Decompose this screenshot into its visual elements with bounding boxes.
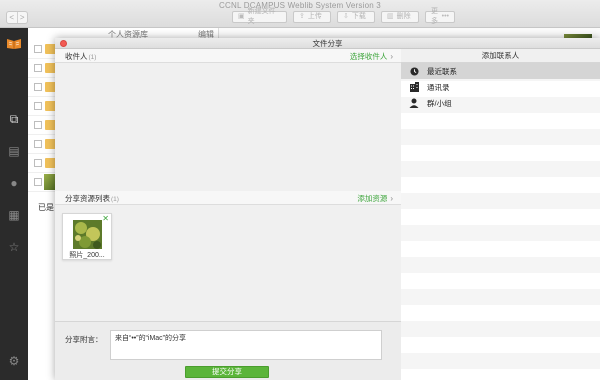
- note-label: 分享附言：: [65, 335, 103, 344]
- contact-nav-icon[interactable]: ●: [7, 176, 21, 190]
- left-rail: ⧉ ▤ ● ▦ ☆ ⚙: [0, 28, 28, 380]
- select-recipients-label: 选择收件人: [349, 52, 388, 61]
- upload-label: 上传: [307, 13, 322, 20]
- share-dialog-titlebar: 文件分享: [55, 38, 600, 49]
- add-resource-link[interactable]: 添加资源 ›: [357, 193, 393, 204]
- share-nav-icon[interactable]: ⧉: [7, 112, 21, 126]
- contact-item-addressbook[interactable]: 通讯录: [401, 79, 600, 95]
- photo-thumbnail: [73, 220, 102, 249]
- select-recipients-link[interactable]: 选择收件人 ›: [350, 51, 393, 62]
- contacts-panel: 添加联系人 最近联系 通讯录 群/小组: [401, 49, 600, 380]
- more-label: 更多: [431, 8, 438, 25]
- download-label: 下载: [351, 13, 366, 20]
- share-dialog: 文件分享 收件人(1) 选择收件人 › 分享资源列表(1) 添加资源 › ✕ 照…: [55, 38, 600, 380]
- upload-button[interactable]: ⇪ 上传: [293, 11, 331, 23]
- ellipsis-icon: •••: [441, 13, 449, 20]
- window-titlebar: < > CCNL DCAMPUS Weblib System Version 3…: [0, 0, 600, 28]
- chevron-right-icon: ›: [390, 193, 393, 203]
- contact-item-label: 最近联系: [427, 66, 457, 76]
- group-icon: [409, 98, 419, 108]
- resources-header: 分享资源列表(1) 添加资源 ›: [55, 191, 401, 205]
- download-icon: ⇩: [343, 13, 349, 20]
- toolbar: ▣ 新建文件夹 ⇪ 上传 ⇩ 下载 ▥ 删除 更多 •••: [232, 8, 455, 25]
- recipients-count: (1): [88, 54, 97, 61]
- back-button[interactable]: <: [7, 12, 17, 23]
- upload-icon: ⇪: [299, 13, 305, 20]
- contacts-title: 添加联系人: [401, 49, 600, 63]
- resources-label: 分享资源列表: [65, 194, 110, 203]
- resources-label-wrap: 分享资源列表(1): [65, 193, 119, 204]
- row-checkbox[interactable]: [34, 45, 42, 53]
- contact-item-label: 通讯录: [427, 82, 450, 92]
- nav-buttons: < >: [6, 11, 28, 24]
- note-area: 分享附言： 来自“••”的“iMac”的分享 提交分享: [55, 321, 401, 380]
- submit-share-button[interactable]: 提交分享: [185, 366, 269, 378]
- share-dialog-title: 文件分享: [312, 39, 343, 48]
- row-checkbox[interactable]: [34, 64, 42, 72]
- building-icon: [409, 82, 419, 92]
- settings-gear-icon[interactable]: ⚙: [7, 354, 21, 368]
- folder-plus-icon: ▣: [238, 13, 245, 20]
- calendar-nav-icon[interactable]: ▦: [7, 208, 21, 222]
- row-checkbox[interactable]: [34, 140, 42, 148]
- row-checkbox[interactable]: [34, 121, 42, 129]
- recipients-header: 收件人(1) 选择收件人 ›: [55, 49, 401, 63]
- note-textarea[interactable]: 来自“••”的“iMac”的分享: [110, 330, 382, 360]
- contact-item-label: 群/小组: [427, 98, 452, 108]
- star-nav-icon[interactable]: ☆: [7, 240, 21, 254]
- download-button[interactable]: ⇩ 下载: [337, 11, 375, 23]
- delete-button[interactable]: ▥ 删除: [381, 11, 419, 23]
- contact-item-group[interactable]: 群/小组: [401, 95, 600, 111]
- file-list-footer: 已是: [38, 203, 54, 212]
- new-folder-button[interactable]: ▣ 新建文件夹: [232, 8, 287, 25]
- row-checkbox[interactable]: [34, 159, 42, 167]
- new-folder-label: 新建文件夹: [247, 8, 276, 25]
- resources-count: (1): [111, 196, 119, 203]
- resource-name: 照片_200...: [69, 252, 105, 259]
- recipients-label-wrap: 收件人(1): [65, 51, 96, 62]
- remove-resource-icon[interactable]: ✕: [102, 214, 109, 223]
- trash-icon: ▥: [387, 13, 394, 20]
- more-button[interactable]: 更多 •••: [425, 8, 455, 25]
- delete-label: 删除: [396, 13, 411, 20]
- resources-area: ✕ 照片_200...: [55, 205, 401, 321]
- forward-button[interactable]: >: [16, 12, 28, 23]
- add-resource-label: 添加资源: [357, 194, 388, 203]
- chevron-right-icon: ›: [390, 51, 393, 61]
- clock-icon: [409, 66, 419, 76]
- recipients-label: 收件人: [65, 52, 88, 61]
- resource-card[interactable]: ✕ 照片_200...: [62, 213, 112, 260]
- share-left-panel: 收件人(1) 选择收件人 › 分享资源列表(1) 添加资源 › ✕ 照片_200..…: [55, 49, 401, 380]
- contact-item-recent[interactable]: 最近联系: [401, 63, 600, 79]
- app-title: CCNL DCAMPUS Weblib System Version 3: [219, 1, 381, 10]
- document-nav-icon[interactable]: ▤: [7, 144, 21, 158]
- app-logo-icon: [7, 39, 21, 49]
- close-button[interactable]: [60, 40, 67, 47]
- recipients-area[interactable]: [55, 63, 401, 191]
- row-checkbox[interactable]: [34, 102, 42, 110]
- row-checkbox[interactable]: [34, 83, 42, 91]
- row-checkbox[interactable]: [34, 178, 42, 186]
